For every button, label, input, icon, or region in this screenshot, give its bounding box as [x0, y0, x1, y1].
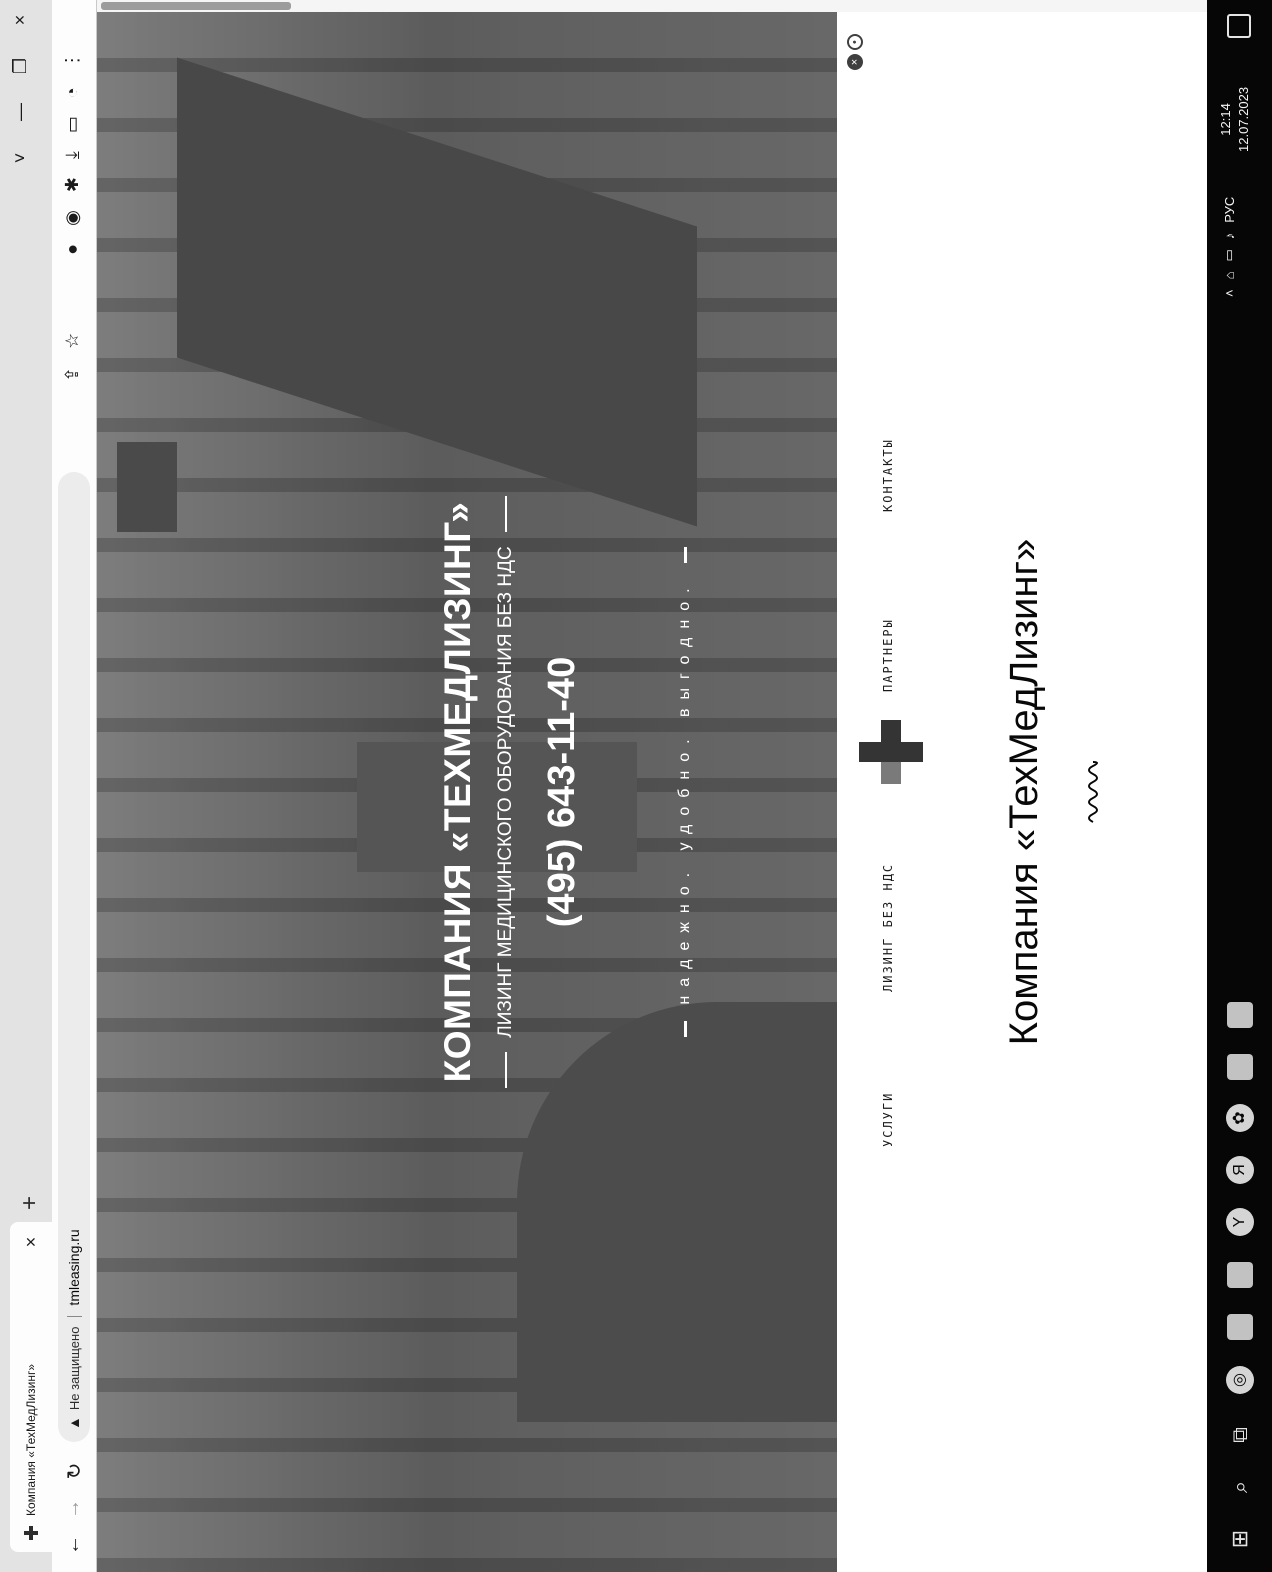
sidebar-icon[interactable]: ▭ [62, 116, 83, 133]
tray-chevron-icon[interactable]: ˄ [1222, 289, 1237, 297]
hero-text: КОМПАНИЯ «ТЕХМЕДЛИЗИНГ» ЛИЗИНГ МЕДИЦИНСК… [437, 12, 694, 1572]
restore-button[interactable]: ❐ [10, 56, 31, 76]
hero-banner: КОМПАНИЯ «ТЕХМЕДЛИЗИНГ» ЛИЗИНГ МЕДИЦИНСК… [97, 12, 837, 1572]
hero-photo-shape [117, 442, 177, 532]
download-icon[interactable]: ⤓ [62, 151, 83, 159]
search-icon[interactable]: ⌕ [1225, 1472, 1255, 1502]
page-scrollbar[interactable] [97, 0, 1207, 12]
window-controls: ˅ — ❐ × [10, 10, 31, 168]
start-icon[interactable]: ⊞ [1225, 1524, 1255, 1554]
hero-phone[interactable]: (495) 643-11-40 [541, 657, 584, 927]
nav-link-leasing[interactable]: ЛИЗИНГ БЕЗ НДС [881, 863, 895, 992]
task-view-icon[interactable]: ⧉ [1225, 1420, 1255, 1450]
hero-subtitle: ЛИЗИНГ МЕДИЦИНСКОГО ОБОРУДОВАНИЯ БЕЗ НДС [495, 546, 516, 1038]
site-navigation: УСЛУГИ ЛИЗИНГ БЕЗ НДС ПАРТНЕРЫ КОНТАКТЫ … [837, 12, 941, 1572]
extension-icon[interactable]: ● [62, 244, 83, 255]
word-icon[interactable] [1227, 1002, 1253, 1028]
screen: Компания «ТехМедЛизинг» × + ˅ — ❐ × ← → … [0, 0, 1272, 1572]
back-icon[interactable]: ← [62, 1532, 85, 1558]
usb-icon[interactable]: ⌂ [1222, 272, 1237, 280]
site-favicon-icon [24, 1526, 38, 1540]
app-icon-2[interactable] [1227, 1054, 1253, 1080]
nav-link-contacts[interactable]: КОНТАКТЫ [881, 438, 895, 512]
clock-date: 12.07.2023 [1236, 86, 1251, 152]
hero-tagline: надежно. удобно. выгодно. [676, 579, 693, 1005]
forward-icon[interactable]: → [62, 1496, 85, 1522]
divider [683, 547, 687, 564]
nav-link-partners[interactable]: ПАРТНЕРЫ [881, 618, 895, 692]
tab-title: Компания «ТехМедЛизинг» [24, 1364, 38, 1516]
reload-icon[interactable]: ↻ [62, 1458, 87, 1484]
hero-title: КОМПАНИЯ «ТЕХМЕДЛИЗИНГ» [437, 501, 478, 1083]
app-icon[interactable] [1227, 1262, 1253, 1288]
profile-icon[interactable]: ◔ [62, 87, 83, 98]
site-logo[interactable] [859, 720, 923, 784]
nav-link-services[interactable]: УСЛУГИ [881, 1092, 895, 1147]
yandex-browser-icon[interactable]: Y [1226, 1208, 1254, 1236]
browser-toolbar: ← → ↻ ▲ Не защищено tmleasing.ru ⇪ ☆ ● ◉… [52, 0, 97, 1572]
scrollbar-thumb[interactable] [101, 2, 291, 10]
hero-subtitle-row: ЛИЗИНГ МЕДИЦИНСКОГО ОБОРУДОВАНИЯ БЕЗ НДС [495, 496, 517, 1088]
bookmark-star-icon[interactable]: ☆ [62, 333, 83, 349]
browser-tab[interactable]: Компания «ТехМедЛизинг» × [10, 1222, 52, 1552]
url-text[interactable]: tmleasing.ru [66, 1229, 82, 1305]
notification-icon[interactable] [1227, 14, 1251, 38]
system-tray: ˄ ⌂ ▭ ♪ РУС [1221, 197, 1237, 297]
page-heading: Компания «ТехМедЛизинг» [1002, 538, 1046, 1046]
chrome-icon[interactable]: ◎ [1226, 1366, 1254, 1394]
not-secure-warning-icon[interactable]: ▲ [66, 1416, 82, 1430]
page-viewport: КОМПАНИЯ «ТЕХМЕДЛИЗИНГ» ЛИЗИНГ МЕДИЦИНСК… [97, 0, 1207, 1572]
tab-strip: Компания «ТехМедЛизинг» × + ˅ — ❐ × [0, 0, 53, 1572]
security-label: Не защищено [66, 1315, 82, 1411]
divider [505, 1051, 507, 1088]
puzzle-icon[interactable]: ✱ [62, 177, 83, 192]
extension-icon-2[interactable]: ◉ [62, 210, 83, 226]
close-window-button[interactable]: × [10, 10, 31, 30]
tab-close-button[interactable]: × [21, 1230, 42, 1254]
hero-tagline-row: надежно. удобно. выгодно. [676, 547, 694, 1037]
toolbar-icons: ⇪ ☆ ● ◉ ✱ ⤓ ▭ ◔ ⋮ [62, 51, 83, 382]
new-tab-button[interactable]: + [16, 1196, 44, 1210]
tab-search-button[interactable]: ˅ [10, 148, 31, 168]
minimize-button[interactable]: — [10, 102, 31, 122]
close-icon[interactable]: × [847, 54, 863, 70]
language-indicator[interactable]: РУС [1222, 197, 1237, 223]
file-explorer-icon[interactable] [1227, 1314, 1253, 1340]
clock[interactable]: 12:14 12.07.2023 [1217, 87, 1253, 152]
yandex-icon[interactable]: Я [1226, 1156, 1254, 1184]
settings-icon[interactable]: • [847, 34, 863, 50]
wave-divider-icon [1088, 761, 1098, 823]
settings-icon[interactable]: ✿ [1226, 1104, 1254, 1132]
divider [505, 496, 507, 533]
divider [683, 1020, 687, 1037]
taskbar: ⊞ ⌕ ⧉ ◎ Y Я ✿ ˄ ⌂ ▭ ♪ РУС 12:14 12.07.20… [1207, 0, 1272, 1572]
volume-icon[interactable]: ♪ [1222, 233, 1237, 240]
clock-time: 12:14 [1218, 103, 1233, 136]
address-bar[interactable]: ▲ Не защищено tmleasing.ru [58, 472, 90, 1442]
widget-close-controls: × • [847, 34, 863, 70]
network-icon[interactable]: ▭ [1221, 249, 1237, 261]
menu-icon[interactable]: ⋮ [62, 51, 83, 69]
share-icon[interactable]: ⇪ [62, 367, 83, 382]
